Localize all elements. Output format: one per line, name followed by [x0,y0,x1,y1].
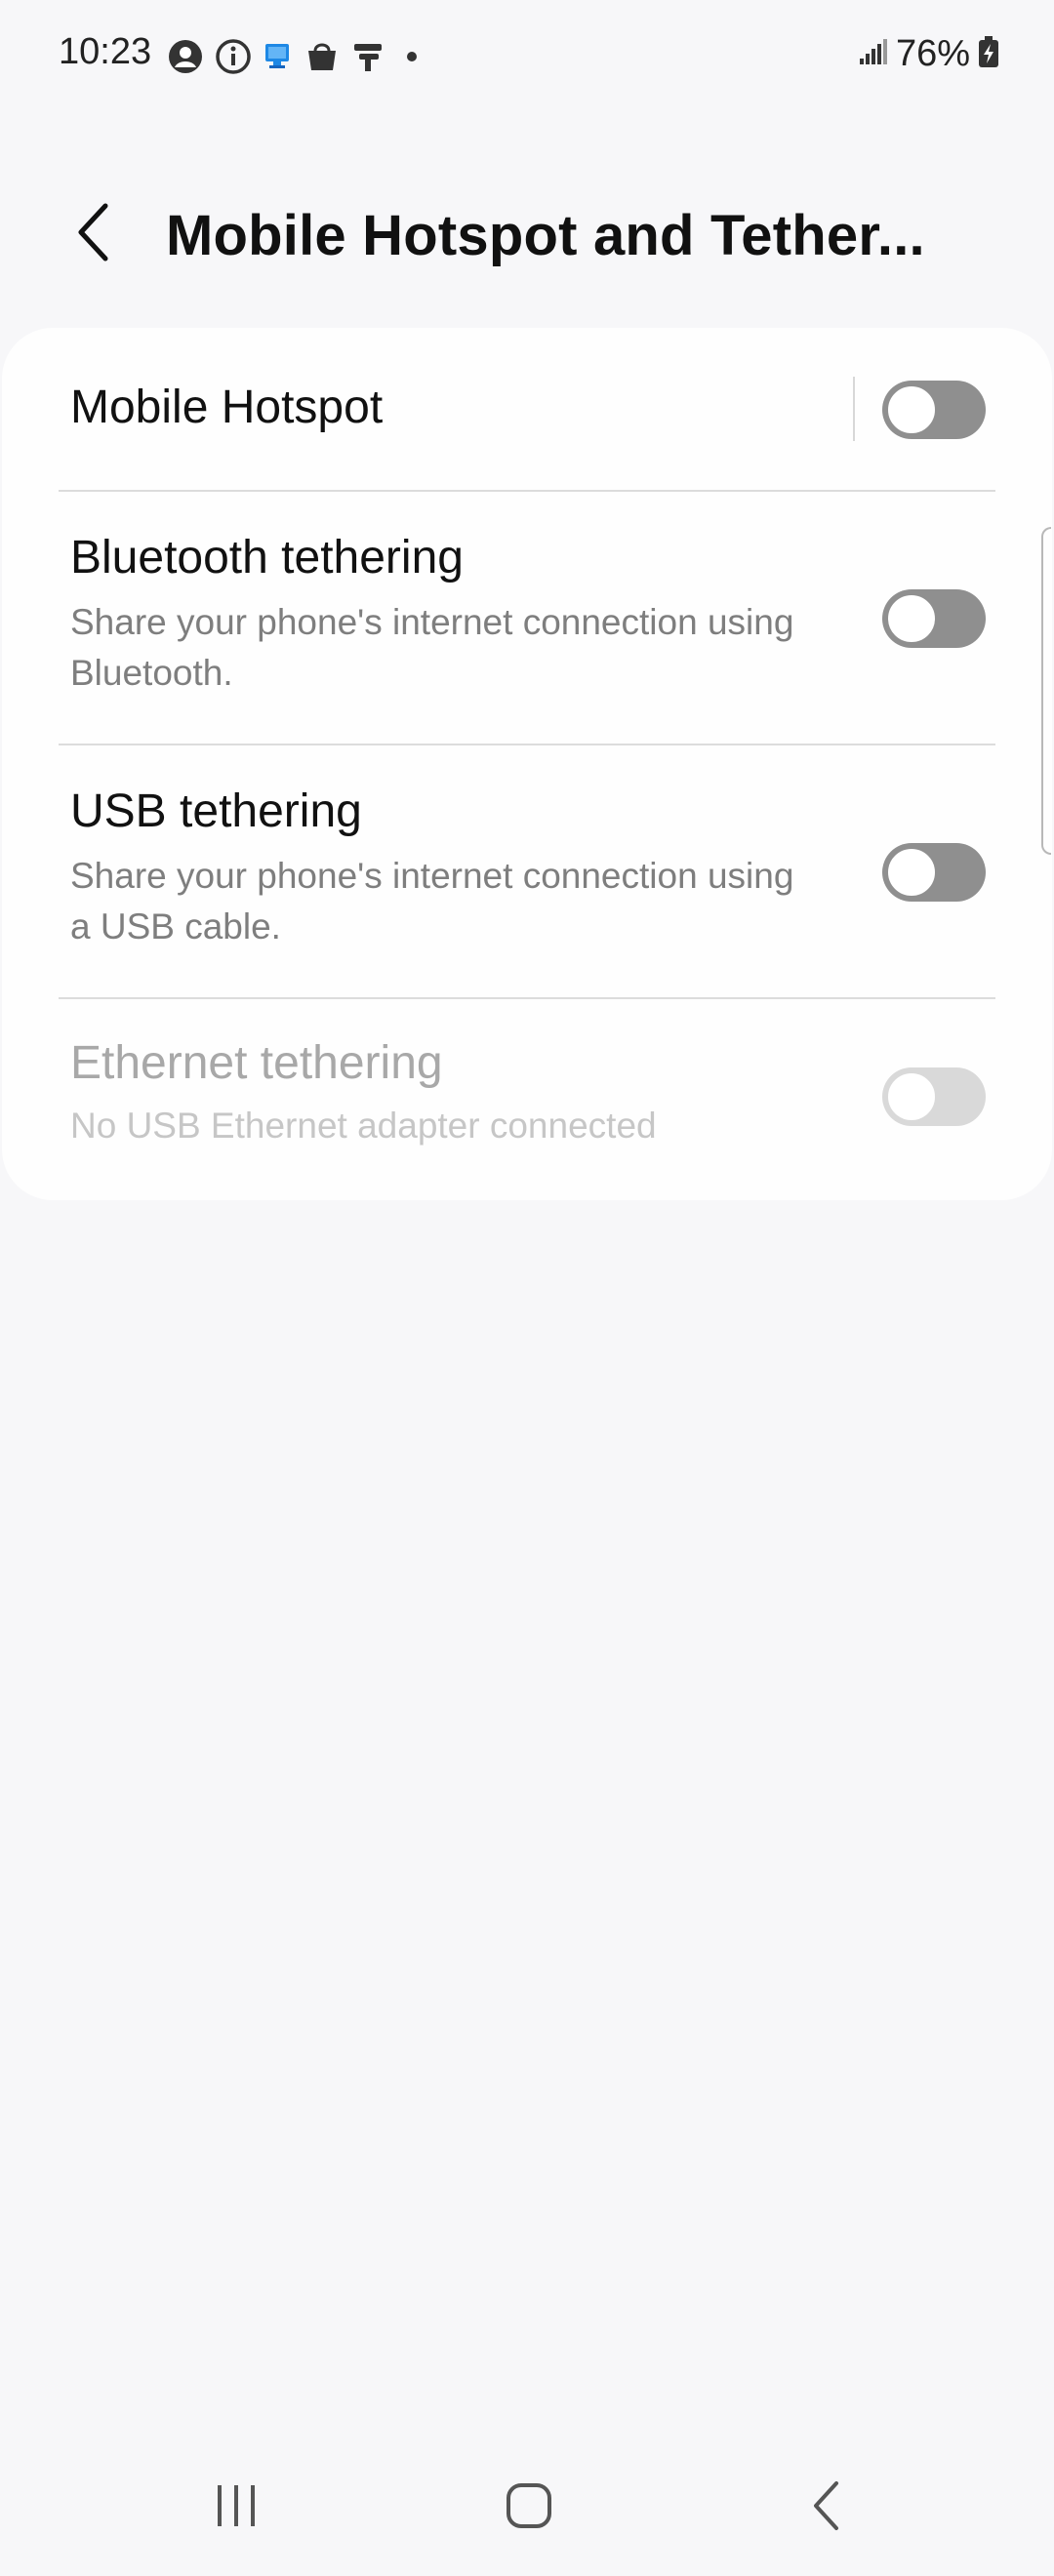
account-icon [168,39,203,74]
ethernet-tethering-subtitle: No USB Ethernet adapter connected [70,1106,657,1146]
settings-card: Mobile Hotspot Bluetooth tethering Share… [2,328,1052,1200]
navigation-bar [0,2439,1054,2576]
notification-icons [168,37,418,76]
scroll-indicator [1041,527,1051,855]
bluetooth-tethering-row[interactable]: Bluetooth tethering Share your phone's i… [2,492,1052,744]
mobile-hotspot-title: Mobile Hotspot [70,382,384,433]
page-title: Mobile Hotspot and Tether... [166,204,925,267]
battery-charging-icon [978,35,999,73]
chevron-left-icon [73,202,112,267]
toggle-knob [886,593,937,644]
back-icon [810,2479,841,2537]
shopping-bag-icon [304,39,340,74]
bluetooth-tethering-title: Bluetooth tethering [70,532,464,584]
ethernet-tethering-title: Ethernet tethering [70,1037,443,1089]
home-button[interactable] [490,2469,568,2547]
status-time: 10:23 [59,31,152,72]
home-icon [506,2482,552,2534]
toggle-knob [886,847,937,898]
recent-apps-button[interactable] [197,2469,275,2547]
toggle-knob [886,1071,937,1122]
usb-tethering-row[interactable]: USB tethering Share your phone's interne… [2,745,1052,997]
ethernet-tethering-row: Ethernet tethering No USB Ethernet adapt… [2,999,1052,1200]
ethernet-tethering-toggle [882,1067,986,1126]
signal-icon [859,37,888,71]
flag-icon [351,39,385,74]
system-status: 76% [859,29,999,78]
info-icon [215,38,252,75]
bluetooth-tethering-subtitle: Share your phone's internet connection u… [70,602,794,693]
status-bar: 10:23 76% [0,0,1054,109]
usb-tethering-toggle[interactable] [882,843,986,902]
remote-desktop-icon [264,40,293,73]
battery-percent: 76% [895,32,970,74]
nav-back-button[interactable] [787,2469,865,2547]
back-button[interactable] [59,200,127,268]
dot-icon [406,51,418,62]
app-bar: Mobile Hotspot and Tether... [0,185,1054,283]
recent-apps-icon [212,2483,261,2533]
mobile-hotspot-row[interactable]: Mobile Hotspot [2,328,1052,490]
usb-tethering-subtitle: Share your phone's internet connection u… [70,856,794,946]
usb-tethering-title: USB tethering [70,785,362,837]
vertical-divider [853,377,855,441]
toggle-knob [886,384,937,435]
mobile-hotspot-toggle[interactable] [882,381,986,439]
bluetooth-tethering-toggle[interactable] [882,589,986,648]
